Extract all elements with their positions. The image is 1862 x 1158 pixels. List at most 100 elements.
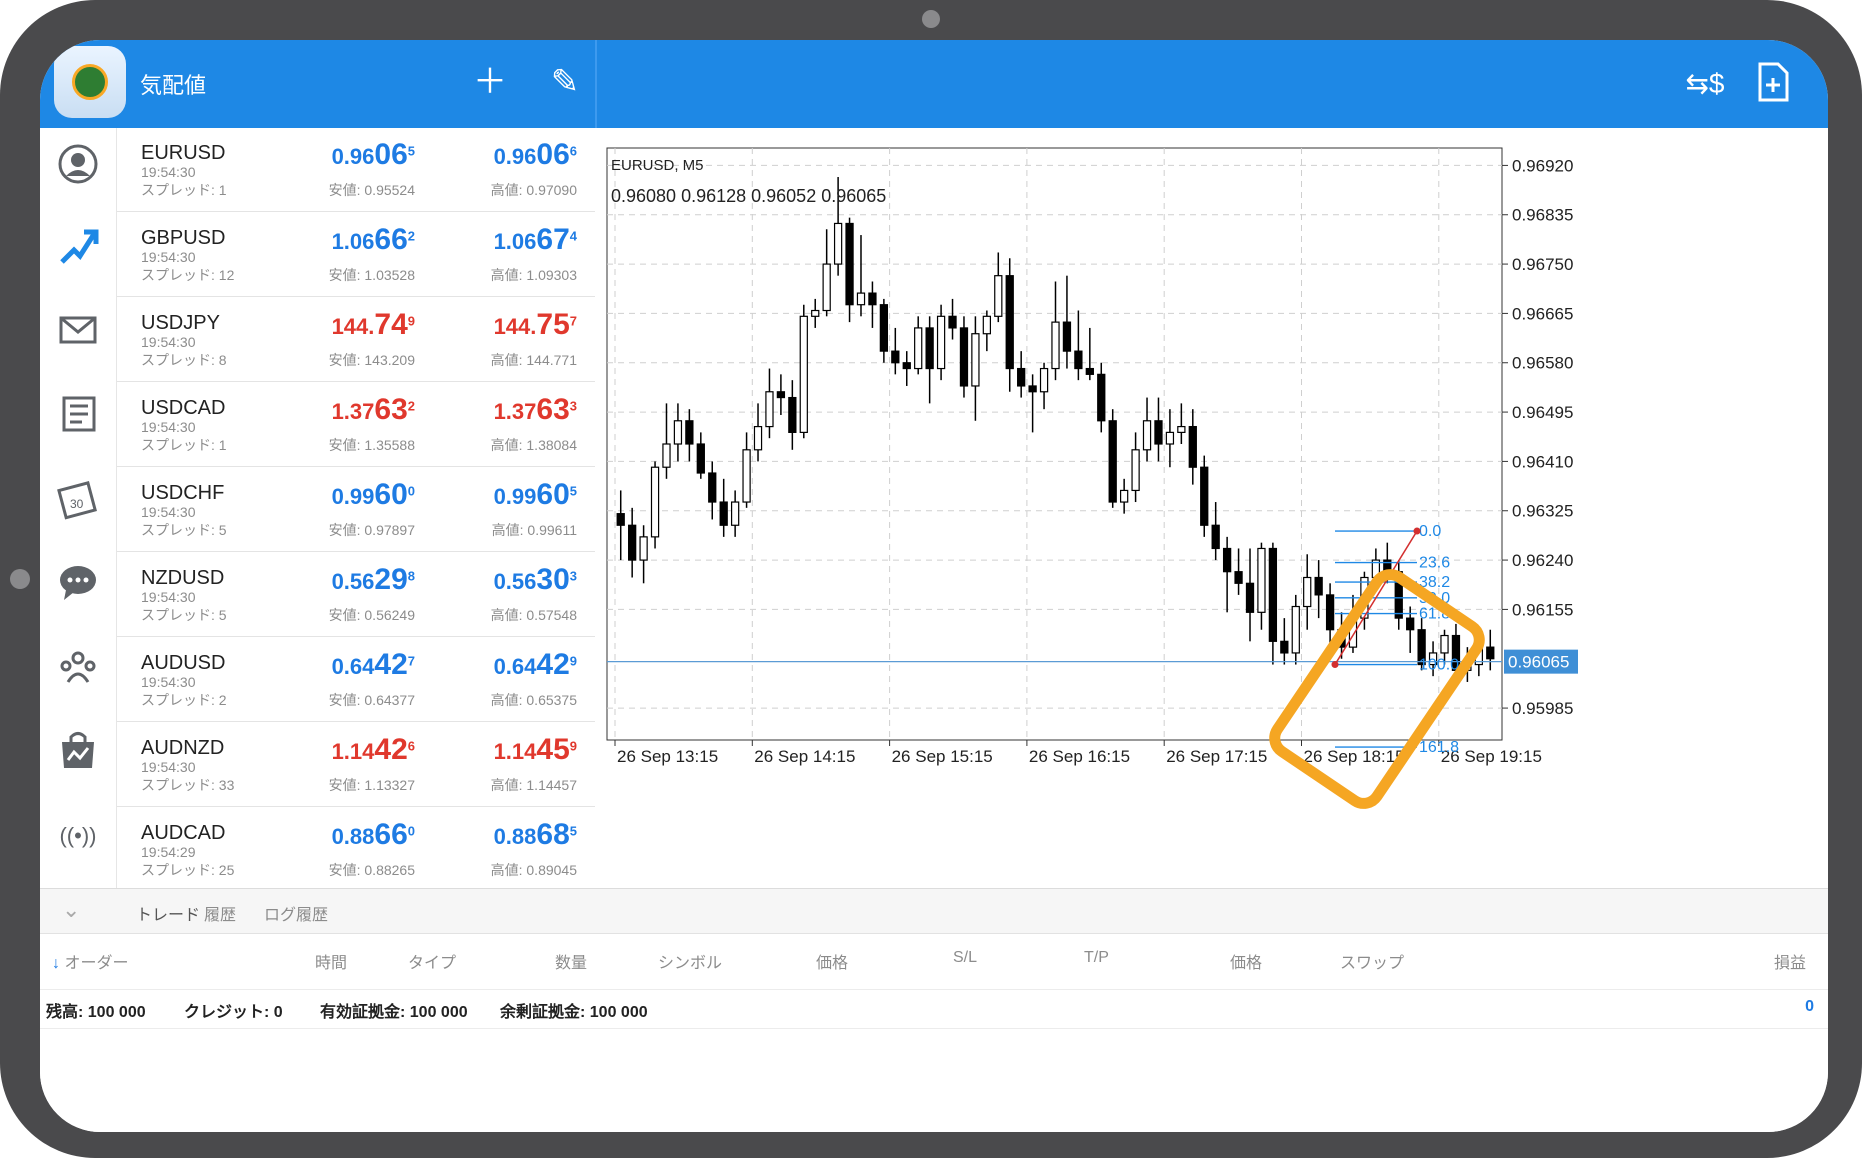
candle-body[interactable]: [1028, 385, 1037, 393]
candle-body[interactable]: [1268, 547, 1278, 642]
candle-body[interactable]: [1440, 634, 1449, 654]
candle-body[interactable]: [1005, 275, 1014, 370]
quote-row-audusd[interactable]: AUDUSD 19:54:30 スプレッド: 2 0.64427 0.64429 安値: …: [117, 638, 595, 722]
candle-body[interactable]: [982, 315, 991, 335]
candle-body[interactable]: [845, 222, 854, 306]
candle-body[interactable]: [1291, 605, 1300, 654]
quote-row-usdchf[interactable]: USDCHF 19:54:30 スプレッド: 5 0.99600 0.99605 安値: …: [117, 468, 595, 552]
chart-icon[interactable]: [50, 218, 106, 274]
candle-body[interactable]: [1108, 420, 1117, 503]
col-current-price[interactable]: 価格: [1230, 949, 1262, 973]
col-type[interactable]: タイプ: [408, 949, 456, 973]
plus-icon[interactable]: ＋: [465, 62, 515, 106]
candle-body[interactable]: [696, 443, 705, 474]
candle-body[interactable]: [971, 333, 980, 387]
quote-row-usdjpy[interactable]: USDJPY 19:54:30 スプレッド: 8 144.749 144.757 安値: …: [117, 298, 595, 382]
tab-history[interactable]: 履歴: [204, 901, 236, 925]
pencil-icon[interactable]: ✎: [540, 62, 590, 106]
fib-anchor-start[interactable]: [1331, 661, 1339, 669]
candle-body[interactable]: [1314, 576, 1323, 596]
candle-body[interactable]: [1245, 582, 1255, 613]
quotes-icon[interactable]: [50, 136, 106, 192]
sort-arrow-icon[interactable]: ↓ オーダー: [52, 949, 128, 973]
quote-row-usdcad[interactable]: USDCAD 19:54:30 スプレッド: 1 1.37632 1.37633 安値: …: [117, 383, 595, 467]
chevron-down-icon[interactable]: ⌄: [62, 897, 80, 923]
candle-body[interactable]: [1142, 420, 1152, 451]
candle-body[interactable]: [1406, 617, 1415, 631]
candle-body[interactable]: [719, 501, 728, 526]
fib-anchor-end[interactable]: [1413, 527, 1421, 535]
candle-body[interactable]: [902, 362, 911, 370]
candle-body[interactable]: [925, 327, 934, 370]
candle-body[interactable]: [1177, 425, 1186, 433]
candle-body[interactable]: [914, 327, 923, 370]
col-swap[interactable]: スワップ: [1340, 949, 1404, 973]
quote-row-audnzd[interactable]: AUDNZD 19:54:30 スプレッド: 33 1.14426 1.14459 安値:…: [117, 723, 595, 807]
candle-body[interactable]: [994, 275, 1003, 317]
candle-body[interactable]: [730, 501, 740, 526]
col-sl[interactable]: S/L: [953, 949, 977, 967]
candle-body[interactable]: [662, 443, 671, 468]
candle-body[interactable]: [1234, 571, 1243, 584]
col-tp[interactable]: T/P: [1084, 949, 1109, 967]
candle-body[interactable]: [868, 292, 877, 306]
candle-body[interactable]: [936, 315, 946, 370]
candle-body[interactable]: [1486, 646, 1495, 660]
candle-body[interactable]: [856, 292, 866, 306]
col-profit[interactable]: 損益: [1774, 949, 1806, 973]
new-document-icon[interactable]: [1748, 62, 1798, 106]
col-price[interactable]: 価格: [816, 949, 848, 973]
candle-body[interactable]: [1280, 640, 1289, 654]
candle-body[interactable]: [1039, 367, 1049, 393]
candle-body[interactable]: [708, 472, 717, 503]
tab-log-history[interactable]: ログ履歴: [264, 901, 328, 925]
quote-row-eurusd[interactable]: EURUSD 19:54:30 スプレッド: 1 0.96065 0.96066 安値: …: [117, 128, 595, 212]
candle-body[interactable]: [1074, 350, 1083, 370]
quote-row-gbpusd[interactable]: GBPUSD 19:54:30 スプレッド: 12 1.06662 1.06674 安値:…: [117, 213, 595, 297]
candle-body[interactable]: [1200, 466, 1209, 526]
candle-body[interactable]: [1062, 321, 1072, 352]
candle-body[interactable]: [891, 350, 900, 364]
candle-body[interactable]: [639, 536, 648, 561]
mail-icon[interactable]: [50, 302, 106, 358]
candle-body[interactable]: [1017, 367, 1026, 387]
col-symbol[interactable]: シンボル: [658, 949, 722, 973]
candle-body[interactable]: [1097, 373, 1106, 422]
quote-row-audcad[interactable]: AUDCAD 19:54:29 スプレッド: 25 0.88660 0.88685 安値:…: [117, 808, 595, 892]
candle-body[interactable]: [776, 391, 786, 399]
candle-body[interactable]: [1120, 489, 1129, 503]
col-volume[interactable]: 数量: [555, 949, 587, 973]
candle-body[interactable]: [685, 420, 694, 445]
candle-body[interactable]: [948, 315, 957, 329]
candle-body[interactable]: [1154, 420, 1163, 445]
candle-body[interactable]: [811, 309, 820, 317]
candle-body[interactable]: [959, 327, 969, 387]
candle-body[interactable]: [1188, 425, 1197, 468]
candle-body[interactable]: [799, 315, 808, 433]
tab-trade[interactable]: トレード: [136, 901, 200, 925]
price-chart[interactable]: 0.96920 0.96835 0.96750 0.96665 0.96580 0.964…: [597, 128, 1828, 888]
candle-body[interactable]: [1165, 431, 1175, 445]
signal-icon[interactable]: ((•)): [50, 808, 106, 864]
candle-body[interactable]: [673, 420, 683, 445]
candle-body[interactable]: [1051, 321, 1060, 370]
mt4-logo[interactable]: [54, 46, 126, 118]
candle-body[interactable]: [833, 222, 843, 265]
candle-body[interactable]: [742, 449, 751, 503]
candle-body[interactable]: [1085, 367, 1094, 375]
candle-body[interactable]: [1303, 576, 1312, 608]
candle-body[interactable]: [1257, 547, 1266, 613]
candle-body[interactable]: [1222, 547, 1232, 573]
quote-row-nzdusd[interactable]: NZDUSD 19:54:30 スプレッド: 5 0.56298 0.56303 安値: …: [117, 553, 595, 637]
community-icon[interactable]: [50, 638, 106, 694]
candle-body[interactable]: [788, 396, 797, 433]
candle-body[interactable]: [1325, 594, 1335, 631]
candle-body[interactable]: [753, 425, 763, 451]
candle-body[interactable]: [822, 263, 831, 312]
currency-switch-icon[interactable]: ⇆$: [1680, 64, 1730, 108]
candle-body[interactable]: [650, 466, 660, 538]
candle-body[interactable]: [1131, 449, 1140, 492]
candle-body[interactable]: [879, 304, 889, 352]
calendar-icon[interactable]: 30: [50, 470, 106, 526]
news-icon[interactable]: [50, 386, 106, 442]
